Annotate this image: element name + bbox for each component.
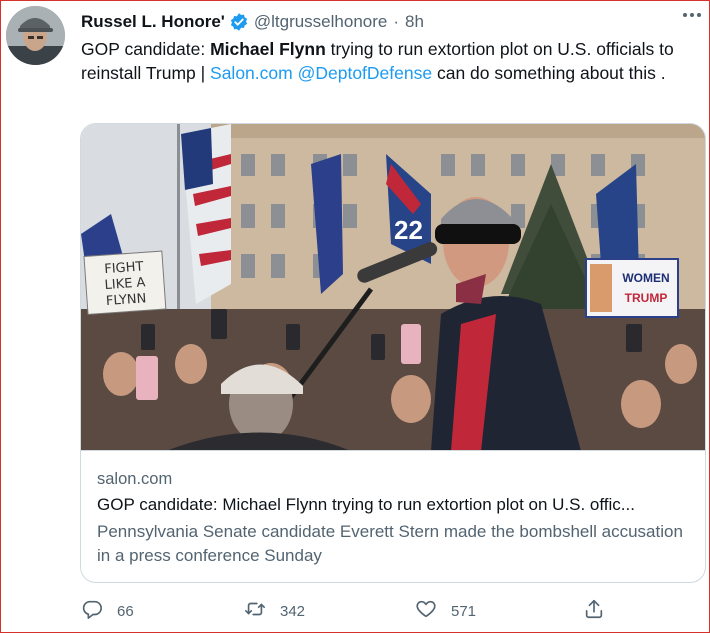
tweet-text-part1: GOP candidate: bbox=[81, 39, 211, 59]
like-count: 571 bbox=[451, 602, 477, 620]
card-domain: salon.com bbox=[97, 470, 173, 488]
sign-fight-line3: FLYNN bbox=[105, 291, 146, 309]
share-button[interactable] bbox=[583, 597, 605, 625]
tweet-actions-bar: 66 342 571 bbox=[81, 597, 701, 625]
deptofdefense-mention-link[interactable]: @DeptofDefense bbox=[298, 63, 433, 83]
verified-badge-icon bbox=[229, 12, 249, 32]
flag-number-text: 22 bbox=[394, 215, 423, 245]
card-description: Pennsylvania Senate candidate Everett St… bbox=[97, 522, 683, 565]
author-handle[interactable]: @ltgrusselhonore bbox=[254, 12, 388, 32]
card-image[interactable]: 22 FIGHT LIKE A FLYNN WOMEN TRUMP bbox=[81, 124, 705, 451]
card-title: GOP candidate: Michael Flynn trying to r… bbox=[97, 495, 635, 514]
sign-women-line1: WOMEN bbox=[622, 271, 669, 285]
author-name[interactable]: Russel L. Honore' bbox=[81, 12, 225, 32]
retweet-button[interactable]: 342 bbox=[244, 597, 305, 625]
reply-count: 66 bbox=[117, 602, 134, 620]
like-button[interactable]: 571 bbox=[415, 597, 476, 625]
tweet-text-bold-name: Michael Flynn bbox=[210, 39, 326, 59]
link-preview-card[interactable]: 22 FIGHT LIKE A FLYNN WOMEN TRUMP salon.… bbox=[80, 123, 706, 583]
retweet-count: 342 bbox=[280, 602, 306, 620]
sign-fight-line1: FIGHT bbox=[104, 259, 144, 277]
author-avatar[interactable] bbox=[6, 6, 65, 65]
tweet-text: GOP candidate: Michael Flynn trying to r… bbox=[81, 37, 691, 85]
sign-fight-line2: LIKE A bbox=[104, 275, 146, 293]
reply-button[interactable]: 66 bbox=[81, 597, 134, 625]
sign-women-line2: TRUMP bbox=[625, 291, 668, 305]
header-separator: · bbox=[393, 12, 400, 31]
more-dots-icon[interactable] bbox=[681, 5, 703, 25]
tweet-header: Russel L. Honore' @ltgrusselhonore · 8h bbox=[81, 9, 701, 35]
tweet-text-part3: can do something about this . bbox=[432, 63, 666, 83]
reply-icon bbox=[81, 598, 103, 624]
share-icon bbox=[583, 598, 605, 624]
window-frame: Russel L. Honore' @ltgrusselhonore · 8h … bbox=[0, 0, 710, 633]
retweet-icon bbox=[244, 598, 266, 624]
tweet-timestamp[interactable]: 8h bbox=[405, 12, 424, 32]
avatar-photo bbox=[6, 6, 65, 65]
heart-icon bbox=[415, 598, 437, 624]
salon-link[interactable]: Salon.com bbox=[210, 63, 293, 83]
rally-photo: 22 FIGHT LIKE A FLYNN WOMEN TRUMP bbox=[81, 124, 705, 450]
